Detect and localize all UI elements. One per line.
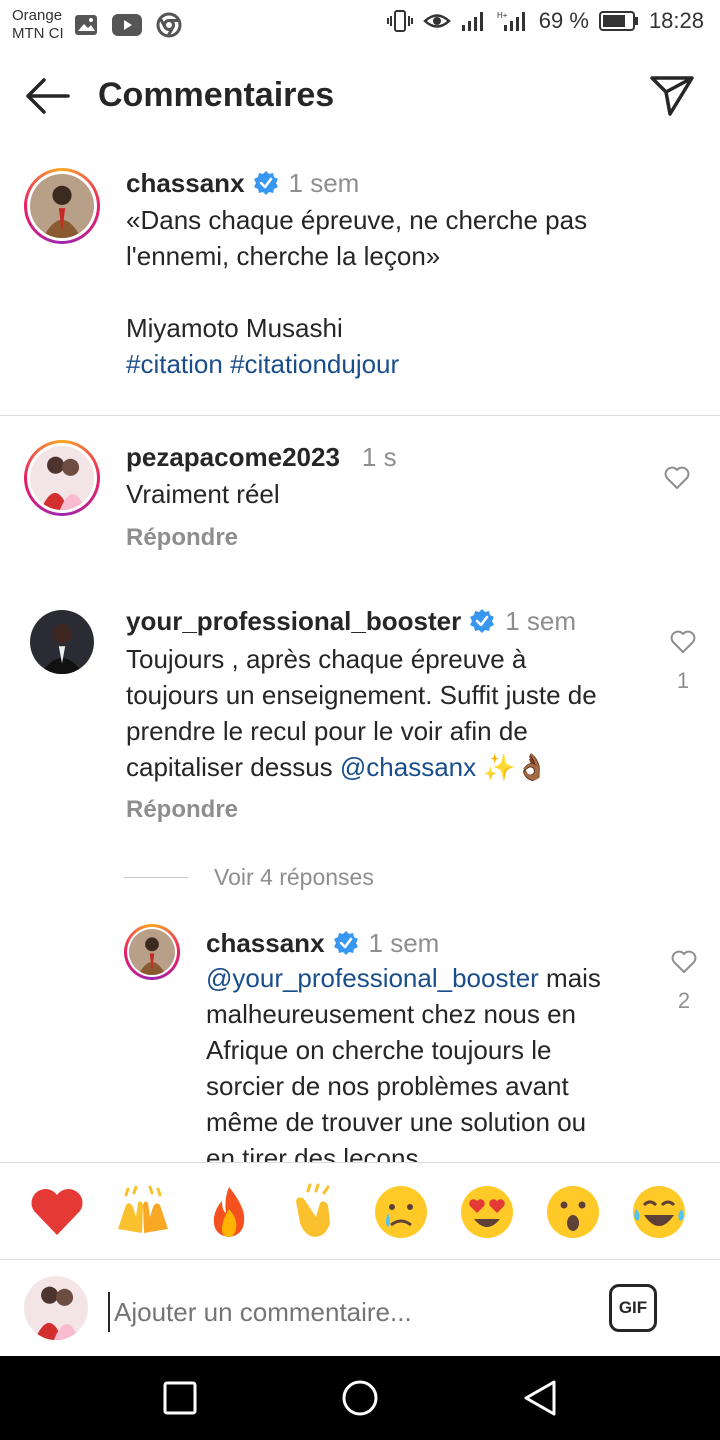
caption-line: «Dans chaque épreuve, ne cherche pas <box>126 205 588 235</box>
comment-time: 1 s <box>361 442 397 472</box>
vibrate-icon <box>386 10 413 32</box>
heart-eyes-emoji[interactable] <box>458 1183 516 1241</box>
gif-button[interactable]: GIF <box>609 1284 657 1332</box>
comment-text-line: prendre le recul pour le voir afin de <box>126 716 528 746</box>
avatar <box>30 446 94 510</box>
avatar <box>24 1276 88 1340</box>
view-replies-button[interactable]: Voir 4 réponses <box>124 864 374 891</box>
comment-text-line: Toujours , après chaque épreuve à <box>126 644 527 674</box>
battery-icon <box>598 11 638 31</box>
comment-username[interactable]: pezapacome2023 <box>126 442 340 472</box>
battery-percent: 69 % <box>538 8 589 33</box>
eye-icon <box>422 14 451 28</box>
reply-text-line: en tirer des leçons <box>206 1143 419 1162</box>
recents-square-icon[interactable] <box>162 1380 198 1416</box>
comment-text-line: capitaliser dessus @chassanx ✨👌🏾 <box>126 752 549 782</box>
crying-face-emoji[interactable] <box>372 1183 430 1241</box>
avatar <box>30 610 94 674</box>
mention-link[interactable]: @chassanx <box>340 752 476 782</box>
status-bar: Orange MTN CI H+ 69 % 18:28 <box>0 0 720 50</box>
notification-icons <box>74 12 182 38</box>
fire-emoji[interactable] <box>200 1183 258 1241</box>
like-heart-icon[interactable] <box>671 950 697 974</box>
mention-link[interactable]: @your_professional_booster <box>206 963 539 993</box>
commenter-avatar[interactable] <box>24 440 100 516</box>
chrome-icon <box>156 12 182 38</box>
comment-input[interactable] <box>108 1292 588 1332</box>
signal-icon <box>461 12 483 31</box>
system-nav-bar <box>0 1356 720 1440</box>
avatar <box>30 174 94 238</box>
tears-of-joy-emoji[interactable] <box>630 1183 688 1241</box>
my-avatar <box>24 1276 88 1340</box>
reply-text-line: sorcier de nos problèmes avant <box>206 1071 569 1101</box>
clapping-hands-emoji[interactable] <box>286 1183 344 1241</box>
comment-username[interactable]: your_professional_booster <box>126 606 461 636</box>
reply-time: 1 sem <box>368 928 440 958</box>
caption-hashtags[interactable]: #citation #citationdujour <box>126 346 686 382</box>
reply-text-line: même de trouver une solution ou <box>206 1107 587 1137</box>
view-replies-label: Voir 4 réponses <box>214 864 374 890</box>
reply-button[interactable]: Répondre <box>126 524 238 552</box>
comment-text: Vraiment réel <box>126 479 280 509</box>
comment-time: 1 sem <box>505 606 577 636</box>
caption-line: l'ennemi, cherche la leçon» <box>126 241 441 271</box>
raising-hands-emoji[interactable] <box>114 1183 172 1241</box>
verified-badge-icon <box>470 609 495 633</box>
post-time: 1 sem <box>288 168 360 198</box>
comment-text-line: toujours un enseignement. Suffit juste d… <box>126 680 597 710</box>
divider <box>124 877 188 878</box>
surprised-face-emoji[interactable] <box>544 1183 602 1241</box>
gallery-icon <box>75 15 97 35</box>
like-count: 2 <box>677 988 691 1013</box>
reply-text-line: malheureusement chez nous en <box>206 999 577 1029</box>
home-circle-icon[interactable] <box>340 1378 380 1418</box>
page-title: Commentaires <box>98 76 335 114</box>
app-bar: Commentaires <box>0 58 720 136</box>
back-triangle-icon[interactable] <box>520 1378 560 1418</box>
youtube-icon <box>112 14 142 36</box>
emoji-reaction-bar <box>0 1162 720 1260</box>
like-count: 1 <box>676 668 690 693</box>
red-heart-emoji[interactable] <box>28 1183 86 1241</box>
carrier-label: Orange MTN CI <box>12 7 64 42</box>
post-author-avatar[interactable] <box>24 168 100 244</box>
reply-text-line: Afrique on cherche toujours le <box>206 1035 552 1065</box>
divider <box>0 415 720 416</box>
post-author-username[interactable]: chassanx <box>126 168 245 198</box>
reply-username[interactable]: chassanx <box>206 928 325 958</box>
svg-text:H+: H+ <box>497 11 508 20</box>
reply-comment: chassanx 1 sem @your_professional_booster… <box>0 924 720 1162</box>
reply-button[interactable]: Répondre <box>126 796 238 824</box>
caption-author: Miyamoto Musashi <box>126 313 343 343</box>
comment-composer: GIF <box>0 1262 720 1356</box>
back-arrow-icon[interactable] <box>22 76 72 116</box>
verified-badge-icon <box>333 931 358 955</box>
signal-4g-icon: H+ <box>497 11 525 31</box>
system-indicators: H+ 69 % 18:28 <box>386 8 704 34</box>
like-heart-icon[interactable] <box>664 466 690 490</box>
clock: 18:28 <box>648 8 704 33</box>
reply-text-line: @your_professional_booster mais <box>206 963 601 993</box>
send-icon[interactable] <box>648 74 696 118</box>
like-heart-icon[interactable] <box>670 630 696 654</box>
commenter-avatar[interactable] <box>30 610 94 674</box>
comment-emojis: ✨👌🏾 <box>483 752 549 782</box>
verified-badge-icon <box>253 171 278 195</box>
